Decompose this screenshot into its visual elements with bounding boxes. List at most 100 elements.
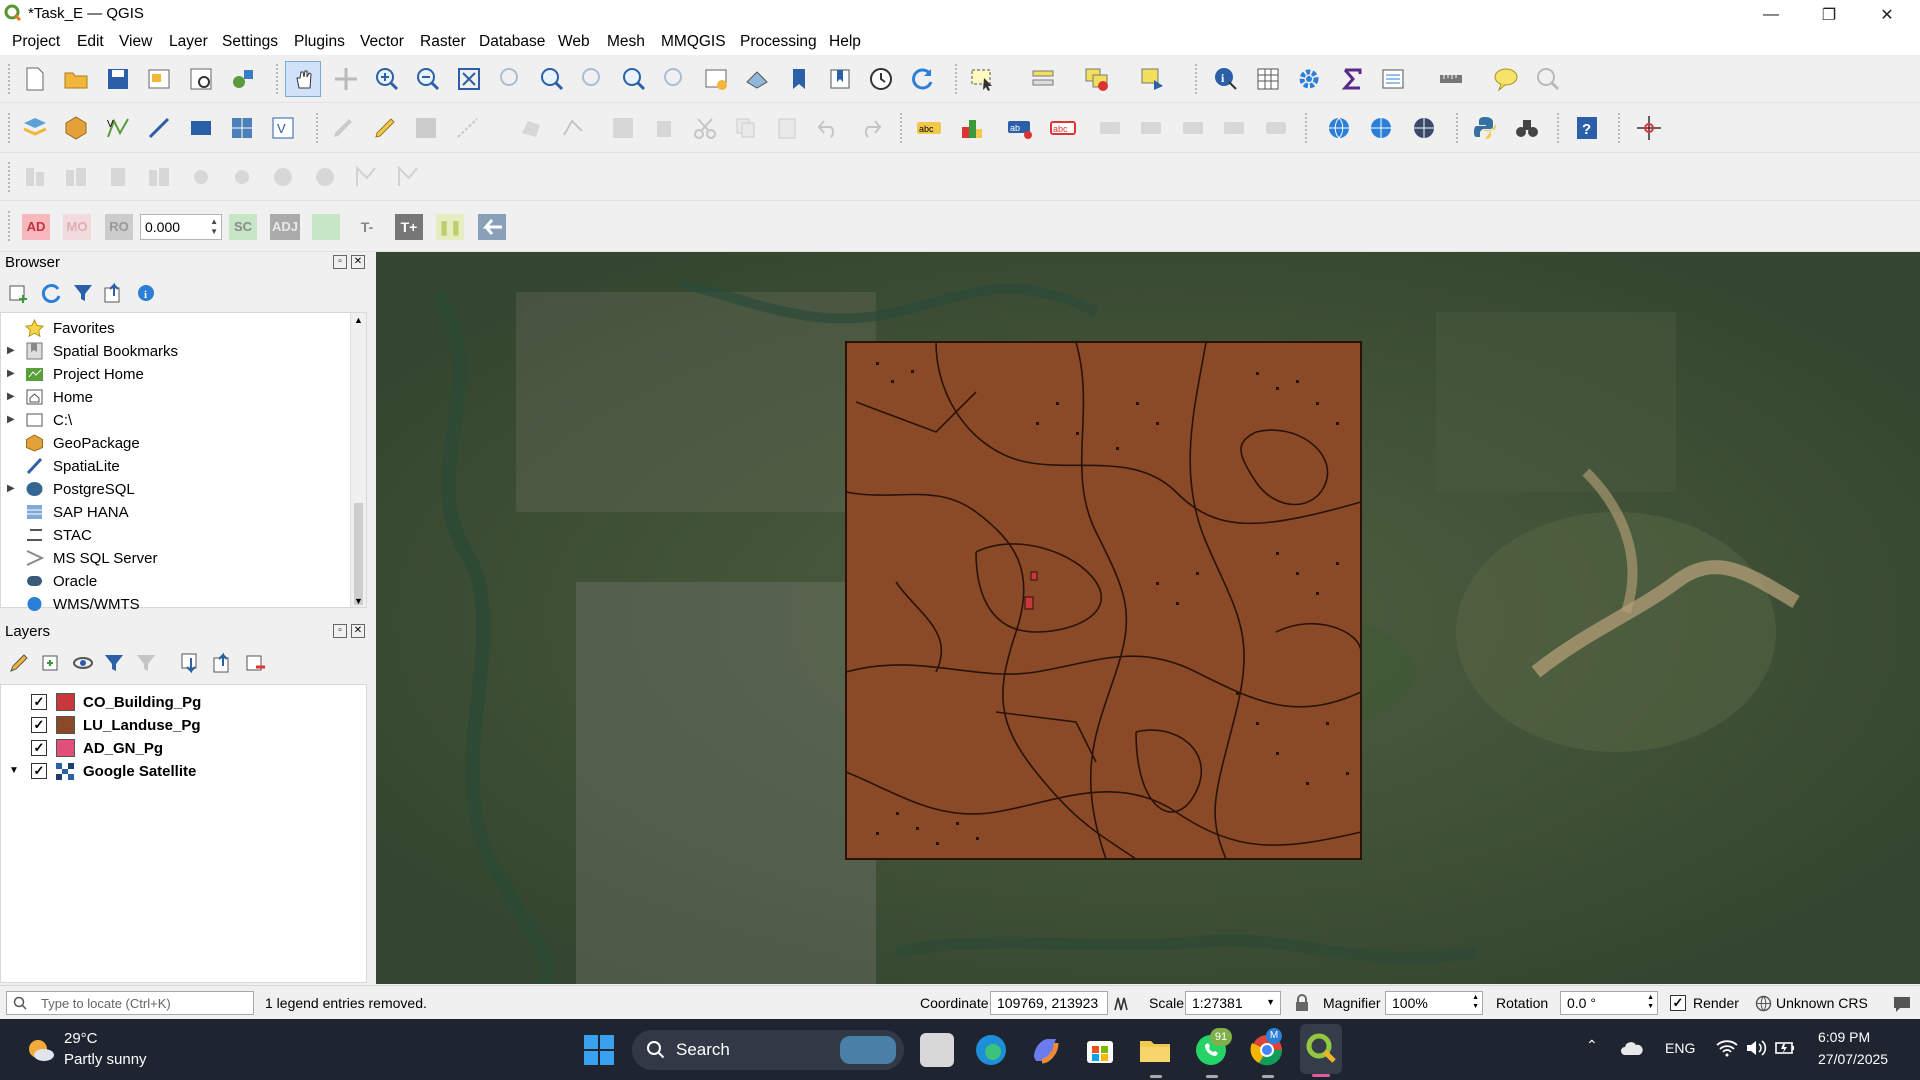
collapse-arrow-icon[interactable]: ▼ <box>9 765 19 776</box>
refresh-icon[interactable] <box>909 66 935 92</box>
measure-line-icon[interactable] <box>1438 66 1464 92</box>
toolbar-grip[interactable] <box>316 113 320 143</box>
menu-view[interactable]: View <box>119 33 152 51</box>
volume-icon[interactable] <box>1745 1039 1767 1057</box>
filter-legend-icon[interactable] <box>103 652 125 674</box>
show-hidden-icons-icon[interactable]: ⌃ <box>1586 1037 1598 1054</box>
filter-by-expression-icon[interactable] <box>135 652 157 674</box>
menu-vector[interactable]: Vector <box>360 33 404 51</box>
offset-value-spinbox[interactable]: 0.000 ▲ ▼ <box>140 214 222 240</box>
merge-attributes-icon[interactable] <box>146 164 172 190</box>
pan-to-selection-icon[interactable] <box>333 66 359 92</box>
rotate-label-icon[interactable] <box>1180 115 1206 141</box>
text-minus-button[interactable]: T- <box>353 214 381 240</box>
battery-icon[interactable] <box>1774 1039 1796 1057</box>
ad-button[interactable]: AD <box>22 214 50 240</box>
browser-item-postgresql[interactable]: ▶ PostgreSQL <box>1 478 351 500</box>
add-part-icon[interactable] <box>312 164 338 190</box>
toolbar-grip[interactable] <box>8 113 12 143</box>
zoom-out-icon[interactable] <box>415 66 441 92</box>
menu-help[interactable]: Help <box>829 33 861 51</box>
save-layer-edits-icon[interactable] <box>413 115 439 141</box>
layer-visibility-checkbox[interactable]: ✓ <box>31 717 47 733</box>
add-wcs-layer-icon[interactable] <box>1411 115 1437 141</box>
zoom-last-icon[interactable] <box>621 66 647 92</box>
menu-mmqgis[interactable]: MMQGIS <box>661 33 726 51</box>
offset-curve-icon[interactable] <box>395 164 421 190</box>
statistical-summary-icon[interactable] <box>1339 66 1365 92</box>
browser-item-sap-hana[interactable]: SAP HANA <box>1 501 351 523</box>
locator-settings-icon[interactable] <box>1535 66 1561 92</box>
toolbar-grip[interactable] <box>8 211 12 241</box>
style-manager-icon[interactable] <box>230 66 256 92</box>
magnifier-spinbox[interactable]: 100% ▲ ▼ <box>1385 991 1483 1015</box>
chevron-down-icon[interactable]: ▼ <box>1266 997 1275 1007</box>
rotation-spinbox[interactable]: 0.0 ° ▲ ▼ <box>1560 991 1658 1015</box>
microsoft-store-icon[interactable] <box>1083 1033 1117 1067</box>
toolbar-grip[interactable] <box>1557 113 1561 143</box>
building-highlight[interactable] <box>1030 571 1038 581</box>
browser-item-mssql[interactable]: MS SQL Server <box>1 547 351 569</box>
landuse-polygon[interactable] <box>845 341 1362 860</box>
toolbar-grip[interactable] <box>1305 113 1309 143</box>
menu-layer[interactable]: Layer <box>169 33 208 51</box>
text-plus-button[interactable]: T+ <box>395 214 423 240</box>
new-geopackage-layer-icon[interactable] <box>63 115 89 141</box>
toolbar-grip[interactable] <box>276 64 280 94</box>
expand-arrow-icon[interactable]: ▶ <box>7 483 15 494</box>
label-properties-icon[interactable] <box>1263 115 1289 141</box>
task-view-icon[interactable] <box>920 1033 954 1067</box>
layer-symbol-swatch[interactable] <box>56 739 75 757</box>
building-highlight[interactable] <box>1024 596 1034 610</box>
spinbox-arrows-icon[interactable]: ▲ ▼ <box>1472 993 1479 1011</box>
float-panel-button[interactable]: ▫ <box>333 624 347 638</box>
layer-visibility-checkbox[interactable]: ✓ <box>31 740 47 756</box>
crs-label[interactable]: Unknown CRS <box>1776 995 1868 1011</box>
save-project-icon[interactable] <box>105 66 131 92</box>
split-features-icon[interactable] <box>22 164 48 190</box>
render-checkbox[interactable]: ✓ <box>1670 995 1686 1011</box>
menu-settings[interactable]: Settings <box>222 33 278 51</box>
toolbar-grip[interactable] <box>8 162 12 192</box>
collapse-all-layers-icon[interactable] <box>212 652 234 674</box>
menu-raster[interactable]: Raster <box>420 33 466 51</box>
language-indicator[interactable]: ENG <box>1665 1040 1695 1056</box>
current-edits-icon[interactable] <box>330 115 356 141</box>
show-hide-labels-icon[interactable] <box>1097 115 1123 141</box>
taskbar-search-box[interactable]: Search <box>632 1030 904 1070</box>
file-explorer-icon[interactable] <box>1138 1033 1172 1067</box>
toggle-extents-icon[interactable] <box>1111 994 1131 1014</box>
merge-features-icon[interactable] <box>63 164 89 190</box>
layer-item-ad-gn[interactable]: ✓ AD_GN_Pg <box>1 737 361 759</box>
processing-toolbox-icon[interactable] <box>1296 66 1322 92</box>
digitize-polygon-icon[interactable] <box>518 115 544 141</box>
browser-item-oracle[interactable]: Oracle <box>1 570 351 592</box>
minimize-button[interactable]: — <box>1742 0 1800 29</box>
zoom-native-icon[interactable] <box>580 66 606 92</box>
data-source-manager-icon[interactable] <box>22 115 48 141</box>
coordinate-capture-icon[interactable] <box>1636 115 1662 141</box>
pin-unpin-labels-icon[interactable]: abc <box>1050 115 1076 141</box>
messages-icon[interactable] <box>1892 995 1912 1013</box>
toolbar-grip[interactable] <box>900 113 904 143</box>
toolbar-grip[interactable] <box>1195 64 1199 94</box>
scale-combobox[interactable]: 1:27381 ▼ <box>1185 991 1281 1015</box>
digitize-line-icon[interactable] <box>455 115 481 141</box>
menu-mesh[interactable]: Mesh <box>607 33 645 51</box>
crs-globe-icon[interactable] <box>1755 995 1772 1012</box>
browser-item-geopackage[interactable]: GeoPackage <box>1 432 351 454</box>
mo-button[interactable]: MO <box>63 214 91 240</box>
wifi-icon[interactable] <box>1716 1039 1738 1057</box>
manage-map-themes-icon[interactable] <box>72 652 94 674</box>
edge-browser-icon[interactable] <box>974 1033 1008 1067</box>
python-console-icon[interactable] <box>1472 115 1498 141</box>
layer-symbol-swatch[interactable] <box>56 693 75 711</box>
remove-layer-icon[interactable] <box>244 652 266 674</box>
browser-item-stac[interactable]: STAC <box>1 524 351 546</box>
back-arrow-button[interactable] <box>478 214 506 240</box>
new-mesh-layer-icon[interactable]: V <box>270 115 296 141</box>
identify-features-icon[interactable]: i <box>1213 66 1239 92</box>
expand-all-icon[interactable] <box>180 652 202 674</box>
select-by-value-icon[interactable] <box>1030 66 1056 92</box>
redo-icon[interactable] <box>857 115 883 141</box>
